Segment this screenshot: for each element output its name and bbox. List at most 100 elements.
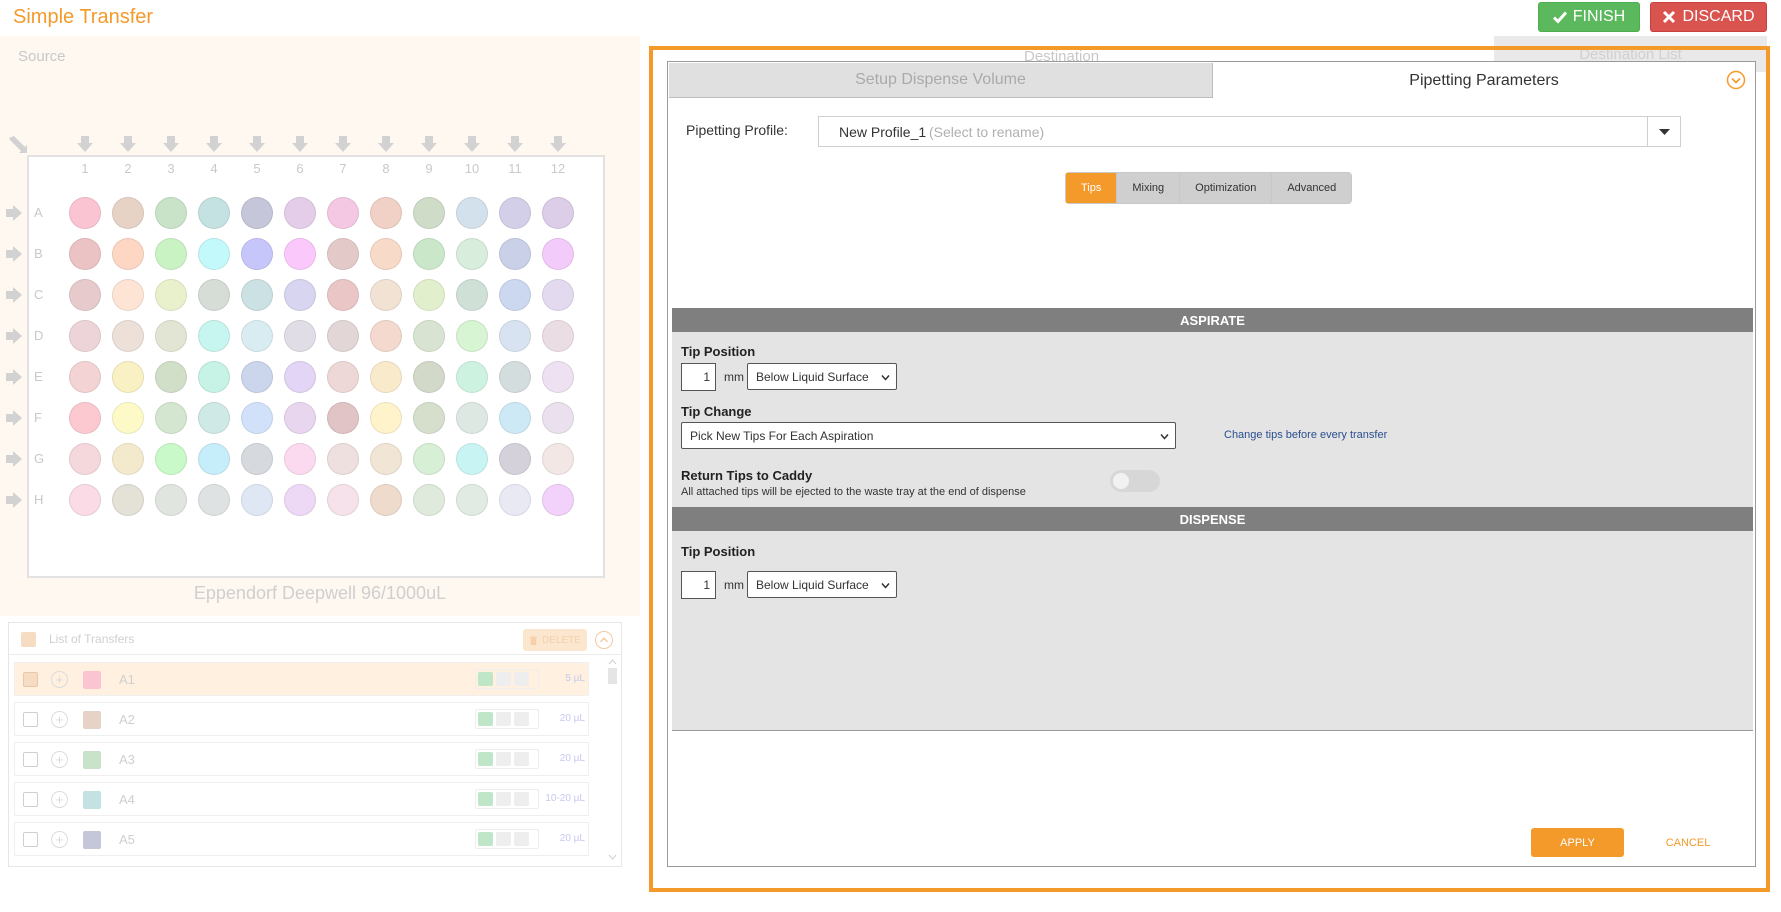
column-arrow-icon[interactable] bbox=[505, 134, 525, 154]
swap-icon[interactable] bbox=[496, 832, 511, 846]
row-arrow-icon[interactable] bbox=[4, 490, 24, 510]
transfer-checkbox[interactable] bbox=[23, 712, 38, 727]
well-C12[interactable] bbox=[542, 279, 574, 311]
profile-name[interactable]: New Profile_1 bbox=[839, 124, 926, 140]
return-tips-toggle[interactable] bbox=[1110, 470, 1160, 492]
well-E11[interactable] bbox=[499, 361, 531, 393]
well-E6[interactable] bbox=[284, 361, 316, 393]
well-E10[interactable] bbox=[456, 361, 488, 393]
column-arrow-icon[interactable] bbox=[161, 134, 181, 154]
well-E7[interactable] bbox=[327, 361, 359, 393]
tab-setup-dispense-volume[interactable]: Setup Dispense Volume bbox=[669, 63, 1213, 98]
well-B3[interactable] bbox=[155, 238, 187, 270]
well-H4[interactable] bbox=[198, 484, 230, 516]
well-H5[interactable] bbox=[241, 484, 273, 516]
well-B8[interactable] bbox=[370, 238, 402, 270]
well-G8[interactable] bbox=[370, 443, 402, 475]
add-circle-icon[interactable]: + bbox=[51, 831, 68, 848]
well-B2[interactable] bbox=[112, 238, 144, 270]
well-D5[interactable] bbox=[241, 320, 273, 352]
well-C2[interactable] bbox=[112, 279, 144, 311]
well-F12[interactable] bbox=[542, 402, 574, 434]
well-C3[interactable] bbox=[155, 279, 187, 311]
well-B9[interactable] bbox=[413, 238, 445, 270]
column-arrow-icon[interactable] bbox=[462, 134, 482, 154]
well-H7[interactable] bbox=[327, 484, 359, 516]
well-F10[interactable] bbox=[456, 402, 488, 434]
swap-icon[interactable] bbox=[496, 712, 511, 726]
swap-icon[interactable] bbox=[496, 672, 511, 686]
more-icon[interactable] bbox=[514, 792, 529, 806]
add-circle-icon[interactable]: + bbox=[51, 671, 68, 688]
well-F2[interactable] bbox=[112, 402, 144, 434]
well-C11[interactable] bbox=[499, 279, 531, 311]
well-G6[interactable] bbox=[284, 443, 316, 475]
row-arrow-icon[interactable] bbox=[4, 449, 24, 469]
column-arrow-icon[interactable] bbox=[204, 134, 224, 154]
more-icon[interactable] bbox=[514, 672, 529, 686]
well-G1[interactable] bbox=[69, 443, 101, 475]
well-D12[interactable] bbox=[542, 320, 574, 352]
well-G2[interactable] bbox=[112, 443, 144, 475]
row-arrow-icon[interactable] bbox=[4, 203, 24, 223]
discard-button[interactable]: DISCARD bbox=[1650, 2, 1767, 32]
transfers-scrollbar[interactable] bbox=[606, 658, 619, 863]
well-G7[interactable] bbox=[327, 443, 359, 475]
well-B5[interactable] bbox=[241, 238, 273, 270]
well-F8[interactable] bbox=[370, 402, 402, 434]
transfer-row[interactable]: + A1 5 µL bbox=[14, 662, 589, 696]
scroll-down-icon[interactable] bbox=[608, 854, 617, 861]
well-G3[interactable] bbox=[155, 443, 187, 475]
apply-button[interactable]: APPLY bbox=[1531, 828, 1624, 857]
well-A12[interactable] bbox=[542, 197, 574, 229]
well-A9[interactable] bbox=[413, 197, 445, 229]
well-H8[interactable] bbox=[370, 484, 402, 516]
more-icon[interactable] bbox=[514, 752, 529, 766]
well-E9[interactable] bbox=[413, 361, 445, 393]
well-A7[interactable] bbox=[327, 197, 359, 229]
well-G11[interactable] bbox=[499, 443, 531, 475]
swap-icon[interactable] bbox=[496, 752, 511, 766]
well-E2[interactable] bbox=[112, 361, 144, 393]
column-arrow-icon[interactable] bbox=[247, 134, 267, 154]
well-C1[interactable] bbox=[69, 279, 101, 311]
well-D1[interactable] bbox=[69, 320, 101, 352]
well-A10[interactable] bbox=[456, 197, 488, 229]
well-G4[interactable] bbox=[198, 443, 230, 475]
row-arrow-icon[interactable] bbox=[4, 326, 24, 346]
well-B7[interactable] bbox=[327, 238, 359, 270]
row-arrow-icon[interactable] bbox=[4, 244, 24, 264]
transfer-row[interactable]: + A4 10-20 µL bbox=[14, 782, 589, 816]
row-arrow-icon[interactable] bbox=[4, 285, 24, 305]
well-F5[interactable] bbox=[241, 402, 273, 434]
column-arrow-icon[interactable] bbox=[118, 134, 138, 154]
well-D6[interactable] bbox=[284, 320, 316, 352]
swap-icon[interactable] bbox=[496, 792, 511, 806]
transfer-checkbox[interactable] bbox=[23, 792, 38, 807]
select-all-arrow-icon[interactable] bbox=[6, 133, 28, 155]
well-B6[interactable] bbox=[284, 238, 316, 270]
well-B4[interactable] bbox=[198, 238, 230, 270]
well-A2[interactable] bbox=[112, 197, 144, 229]
grid-icon[interactable] bbox=[478, 752, 493, 766]
more-icon[interactable] bbox=[514, 712, 529, 726]
well-F9[interactable] bbox=[413, 402, 445, 434]
well-F3[interactable] bbox=[155, 402, 187, 434]
add-circle-icon[interactable]: + bbox=[51, 791, 68, 808]
well-C4[interactable] bbox=[198, 279, 230, 311]
well-D11[interactable] bbox=[499, 320, 531, 352]
add-circle-icon[interactable]: + bbox=[51, 711, 68, 728]
well-A11[interactable] bbox=[499, 197, 531, 229]
column-arrow-icon[interactable] bbox=[333, 134, 353, 154]
transfer-row[interactable]: + A3 20 µL bbox=[14, 742, 589, 776]
profile-select[interactable]: New Profile_1 (Select to rename) bbox=[818, 116, 1681, 147]
well-D2[interactable] bbox=[112, 320, 144, 352]
well-E4[interactable] bbox=[198, 361, 230, 393]
well-G10[interactable] bbox=[456, 443, 488, 475]
well-H3[interactable] bbox=[155, 484, 187, 516]
column-arrow-icon[interactable] bbox=[419, 134, 439, 154]
well-G12[interactable] bbox=[542, 443, 574, 475]
well-D3[interactable] bbox=[155, 320, 187, 352]
well-H6[interactable] bbox=[284, 484, 316, 516]
dispense-reference-select[interactable]: Below Liquid Surface bbox=[747, 571, 897, 598]
